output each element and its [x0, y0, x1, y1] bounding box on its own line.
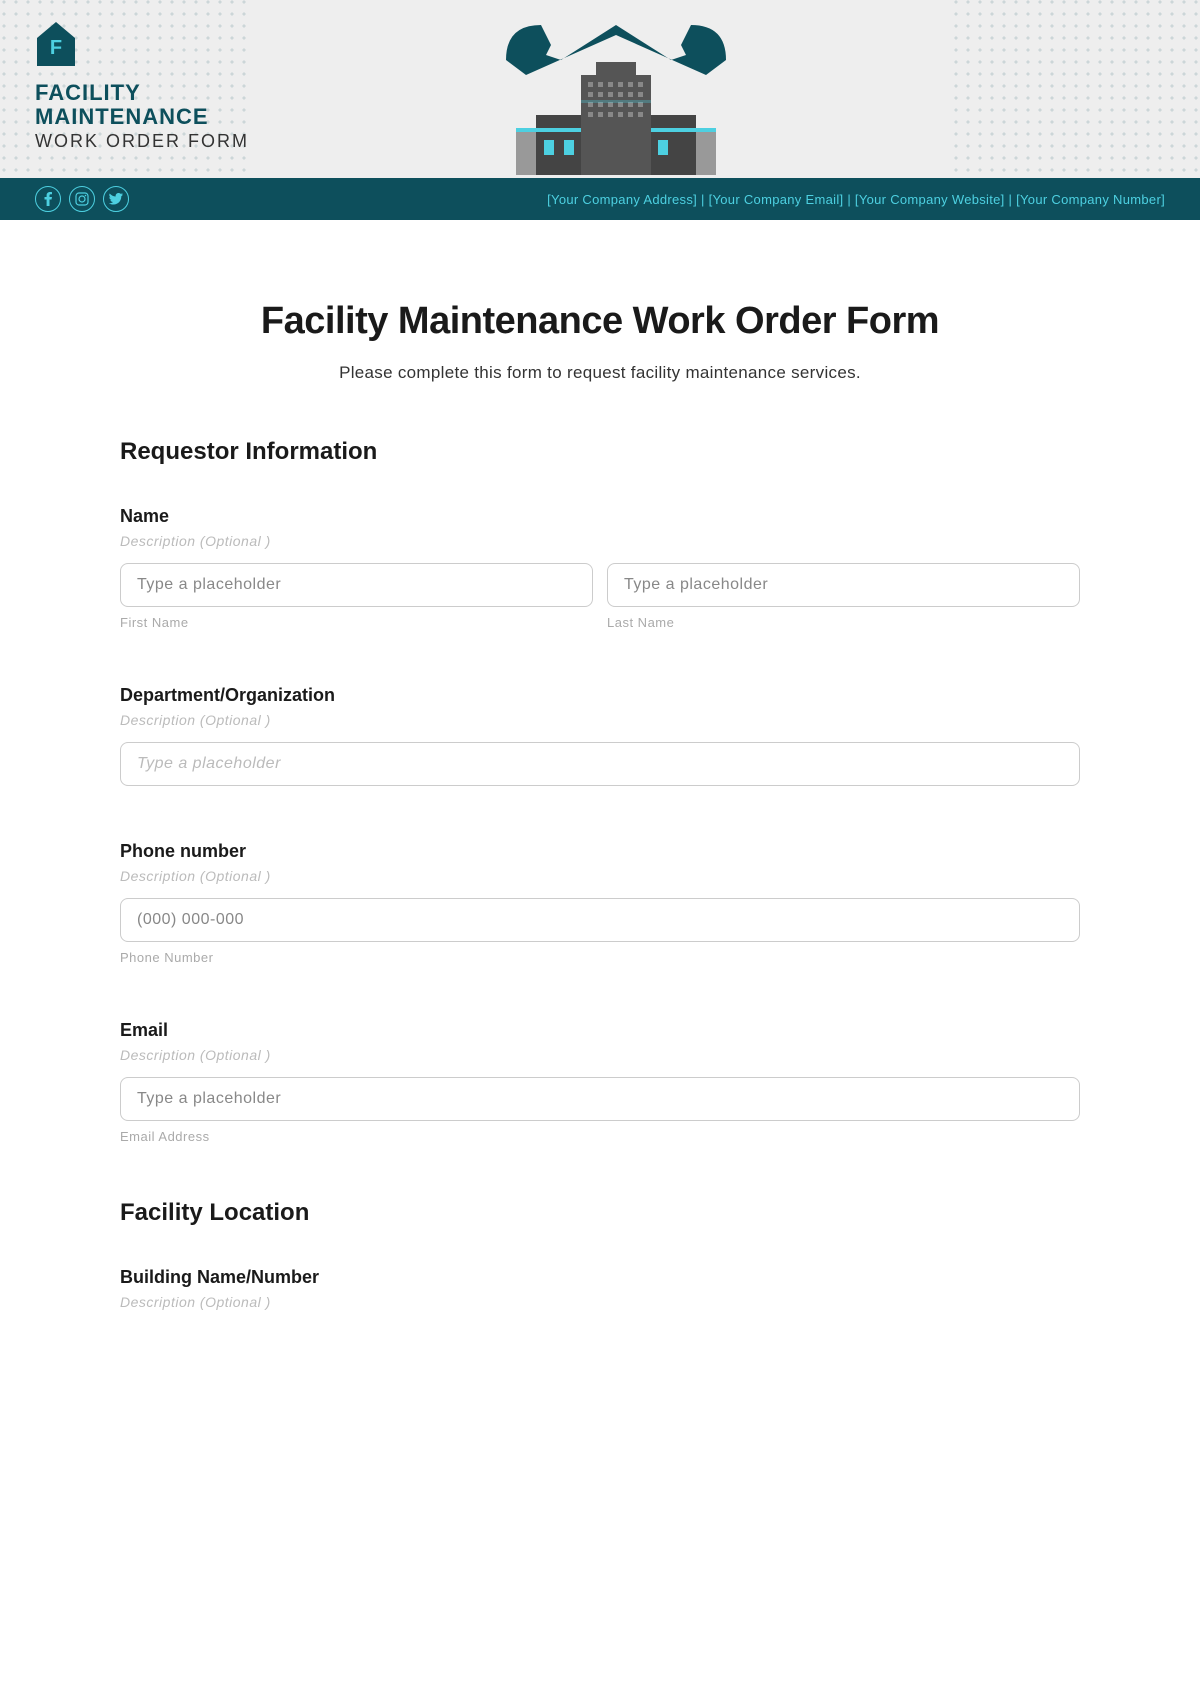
- name-label: Name: [120, 506, 1080, 527]
- section-facility-title: Facility Location: [120, 1199, 1080, 1227]
- email-label: Email: [120, 1020, 1080, 1041]
- section-requestor-title: Requestor Information: [120, 438, 1080, 466]
- email-description: Description (Optional ): [120, 1047, 1080, 1063]
- name-description: Description (Optional ): [120, 533, 1080, 549]
- field-group-name: Name Description (Optional ) First Name …: [120, 506, 1080, 630]
- field-group-building: Building Name/Number Description (Option…: [120, 1267, 1080, 1310]
- svg-text:F: F: [50, 37, 62, 59]
- form-title: Facility Maintenance Work Order Form: [120, 300, 1080, 343]
- logo-house-icon: F: [35, 20, 77, 68]
- phone-sublabel: Phone Number: [120, 950, 1080, 965]
- twitter-icon[interactable]: [103, 186, 129, 212]
- form-subtitle: Please complete this form to request fac…: [120, 363, 1080, 383]
- decorative-dots-right: [950, 0, 1200, 178]
- email-sublabel: Email Address: [120, 1129, 1080, 1144]
- last-name-sublabel: Last Name: [607, 615, 1080, 630]
- first-name-sublabel: First Name: [120, 615, 593, 630]
- instagram-icon[interactable]: [69, 186, 95, 212]
- department-description: Description (Optional ): [120, 712, 1080, 728]
- form-content: Facility Maintenance Work Order Form Ple…: [0, 220, 1200, 1364]
- logo-subtitle: WORK ORDER FORM: [35, 131, 249, 152]
- logo-title-line2: MAINTENANCE: [35, 105, 249, 129]
- department-label: Department/Organization: [120, 685, 1080, 706]
- field-group-phone: Phone number Description (Optional ) Pho…: [120, 841, 1080, 965]
- social-icons-group: [35, 186, 129, 212]
- department-input[interactable]: [120, 742, 1080, 786]
- building-label: Building Name/Number: [120, 1267, 1080, 1288]
- phone-input[interactable]: [120, 898, 1080, 942]
- logo-section: F FACILITY MAINTENANCE WORK ORDER FORM: [35, 20, 249, 152]
- last-name-input[interactable]: [607, 563, 1080, 607]
- email-input[interactable]: [120, 1077, 1080, 1121]
- company-info-text: [Your Company Address] | [Your Company E…: [547, 192, 1165, 207]
- building-description: Description (Optional ): [120, 1294, 1080, 1310]
- facebook-icon[interactable]: [35, 186, 61, 212]
- field-group-department: Department/Organization Description (Opt…: [120, 685, 1080, 786]
- header-info-bar: [Your Company Address] | [Your Company E…: [0, 178, 1200, 220]
- field-group-email: Email Description (Optional ) Email Addr…: [120, 1020, 1080, 1144]
- first-name-input[interactable]: [120, 563, 593, 607]
- phone-label: Phone number: [120, 841, 1080, 862]
- header-banner: F FACILITY MAINTENANCE WORK ORDER FORM: [0, 0, 1200, 178]
- logo-title-line1: FACILITY: [35, 81, 249, 105]
- building-wrench-icon: [456, 0, 776, 178]
- phone-description: Description (Optional ): [120, 868, 1080, 884]
